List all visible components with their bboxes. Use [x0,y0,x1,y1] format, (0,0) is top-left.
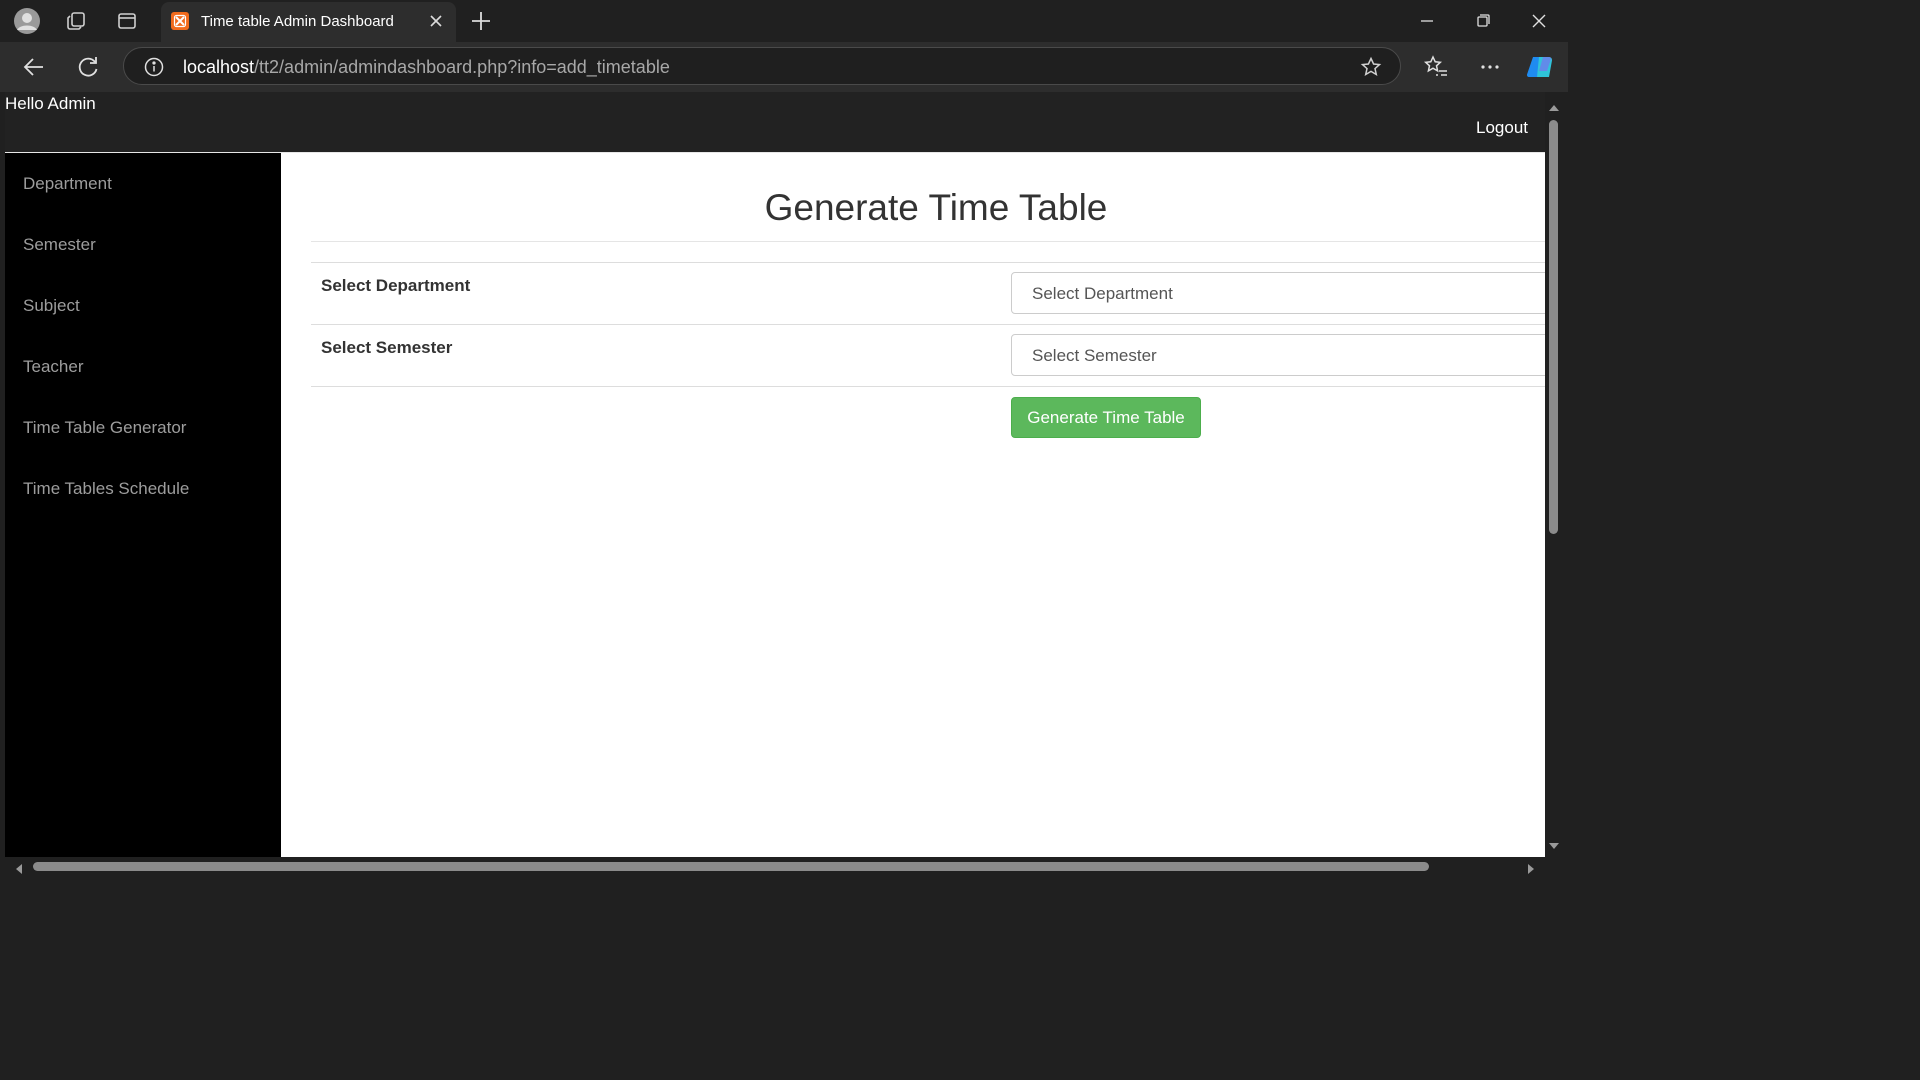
profile-icon[interactable] [13,7,41,35]
workspaces-icon[interactable] [62,7,90,35]
horizontal-scroll-thumb[interactable] [33,862,1429,871]
page-viewport: Hello Admin Logout Department Semester S… [0,92,1568,882]
scroll-right-arrow-icon[interactable] [1526,861,1536,874]
url-host: localhost [183,57,255,77]
restore-icon[interactable] [1463,6,1503,36]
scroll-down-arrow-icon[interactable] [1549,838,1559,849]
title-divider [311,241,1545,242]
table-row-divider [311,324,1545,325]
table-row-divider [311,386,1545,387]
scroll-left-arrow-icon[interactable] [14,861,24,874]
new-tab-plus-icon[interactable] [468,8,494,34]
sidebar-item-teacher[interactable]: Teacher [23,357,83,377]
department-label: Select Department [321,276,471,295]
favorites-icon[interactable] [1422,53,1450,81]
sidebar-nav: Department Semester Subject Teacher Time… [5,153,281,857]
greeting-text: Hello Admin [5,94,96,113]
web-page: Hello Admin Logout Department Semester S… [5,92,1545,857]
horizontal-scrollbar[interactable] [5,857,1545,875]
site-info-icon[interactable] [144,57,164,77]
minimize-icon[interactable] [1407,6,1447,36]
copilot-icon[interactable] [1525,51,1557,83]
page-title: Generate Time Table [764,187,1108,228]
scroll-up-arrow-icon[interactable] [1549,100,1559,111]
sidebar-item-semester[interactable]: Semester [23,235,96,255]
browser-toolbar: localhost/tt2/admin/admindashboard.php?i… [0,42,1568,92]
main-content: Generate Time Table Select Department Se… [281,153,1545,857]
sidebar-item-subject[interactable]: Subject [23,296,80,316]
more-options-icon[interactable] [1476,53,1504,81]
semester-select-value: Select Semester [1032,346,1157,365]
back-arrow-icon[interactable] [19,52,49,82]
top-navbar: Hello Admin Logout [5,92,1545,153]
sidebar-item-time-table-generator[interactable]: Time Table Generator [23,418,186,438]
department-select[interactable]: Select Department [1011,272,1545,314]
xampp-favicon-icon [171,12,189,30]
refresh-icon[interactable] [73,52,103,82]
url-path: /tt2/admin/admindashboard.php?info=add_t… [254,57,670,77]
department-select-value: Select Department [1032,284,1173,303]
vertical-scrollbar[interactable] [1545,92,1563,857]
sidebar-item-time-tables-schedule[interactable]: Time Tables Schedule [23,479,189,499]
semester-select[interactable]: Select Semester [1011,334,1545,376]
browser-tab-bar: Time table Admin Dashboard [0,0,1568,42]
address-bar[interactable]: localhost/tt2/admin/admindashboard.php?i… [123,47,1401,85]
vertical-scroll-thumb[interactable] [1549,120,1558,534]
generate-time-table-button[interactable]: Generate Time Table [1011,397,1201,438]
tab-title: Time table Admin Dashboard [201,13,394,30]
url-text: localhost/tt2/admin/admindashboard.php?i… [183,57,670,78]
logout-link[interactable]: Logout [1476,118,1528,138]
sidebar-item-department[interactable]: Department [23,174,112,194]
close-window-icon[interactable] [1519,6,1559,36]
table-row-divider [311,262,1545,263]
tab-active[interactable]: Time table Admin Dashboard [161,2,456,42]
tab-actions-icon[interactable] [113,7,141,35]
tab-close-icon[interactable] [426,11,446,31]
semester-label: Select Semester [321,338,453,357]
favorite-star-icon[interactable] [1360,56,1382,78]
